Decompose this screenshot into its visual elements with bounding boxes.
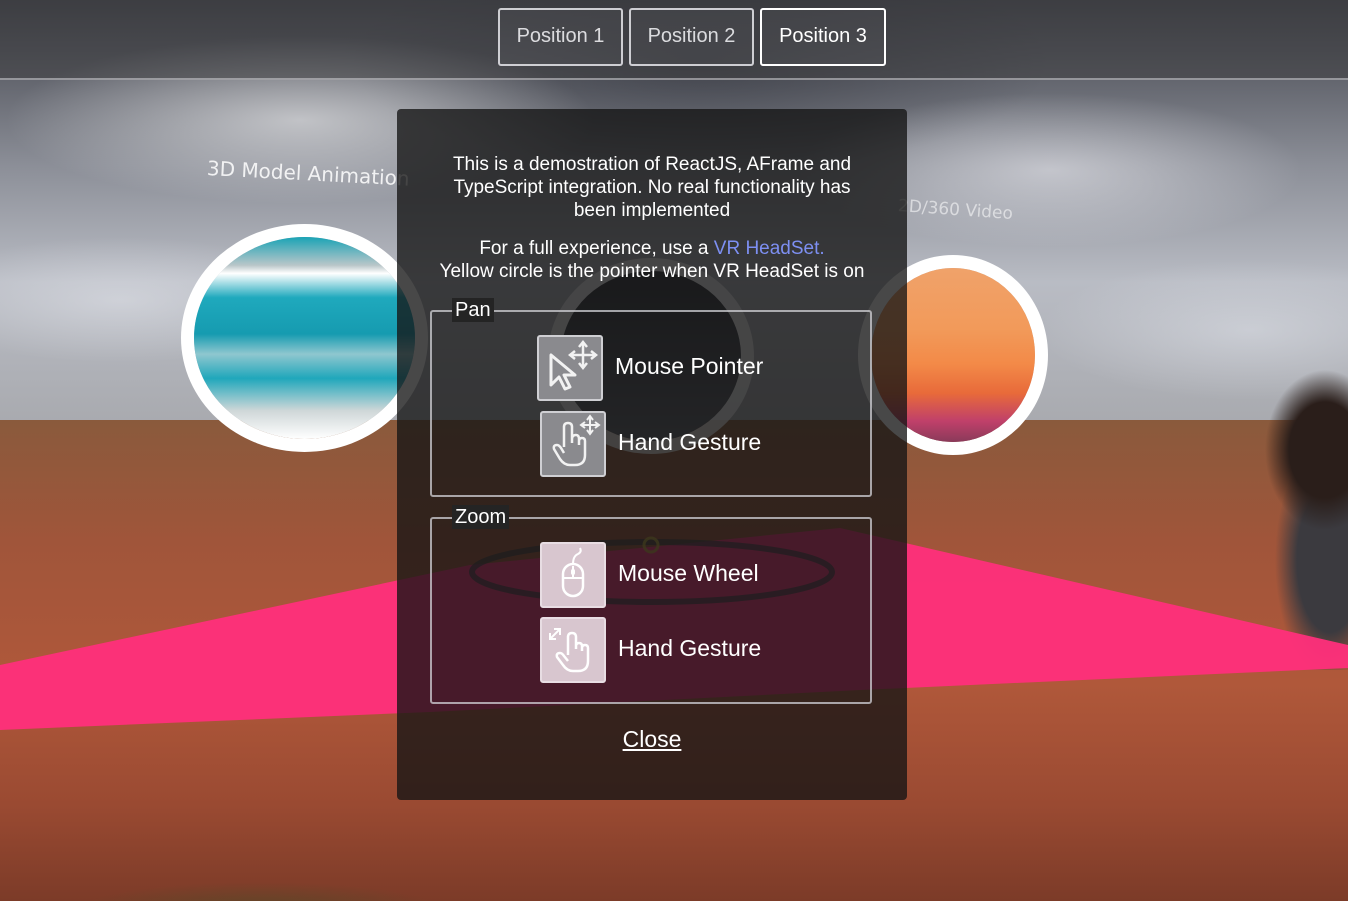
pan-fieldset: Pan Mouse Pointer Hand Gesture: [430, 298, 872, 497]
pan-hand-gesture-label: Hand Gesture: [618, 429, 762, 455]
vr-prefix-text: For a full experience, use a: [479, 238, 714, 259]
zoom-fieldset: Zoom Mouse Wheel Hand Gesture: [430, 505, 872, 704]
zoom-hand-gesture-row: Hand Gesture: [540, 617, 840, 683]
pan-legend: Pan: [452, 298, 494, 322]
position-3-button[interactable]: Position 3: [760, 8, 886, 66]
hand-gesture-move-icon: [540, 411, 606, 477]
mouse-pointer-label: Mouse Pointer: [615, 353, 764, 379]
pan-hand-gesture-row: Hand Gesture: [540, 411, 840, 477]
mouse-wheel-label: Mouse Wheel: [618, 560, 759, 586]
mouse-wheel-icon: [540, 542, 606, 608]
vr-headset-link[interactable]: VR HeadSet.: [714, 238, 825, 259]
close-button[interactable]: Close: [397, 726, 907, 753]
pointer-note: Yellow circle is the pointer when VR Hea…: [439, 261, 865, 282]
pan-mouse-pointer-row: Mouse Pointer: [537, 335, 837, 401]
zoom-hand-gesture-label: Hand Gesture: [618, 635, 762, 661]
help-modal: This is a demostration of ReactJS, AFram…: [397, 109, 907, 800]
vr-headset-line: For a full experience, use a VR HeadSet.: [417, 237, 887, 260]
intro-text: This is a demostration of ReactJS, AFram…: [452, 154, 852, 221]
hand-gesture-zoom-icon: [540, 617, 606, 683]
position-1-button[interactable]: Position 1: [498, 8, 623, 66]
zoom-mouse-wheel-row: Mouse Wheel: [540, 542, 840, 608]
zoom-legend: Zoom: [452, 505, 510, 529]
position-toolbar: Position 1 Position 2 Position 3: [0, 0, 1348, 80]
mouse-pointer-move-icon: [537, 335, 603, 401]
position-2-button[interactable]: Position 2: [629, 8, 754, 66]
